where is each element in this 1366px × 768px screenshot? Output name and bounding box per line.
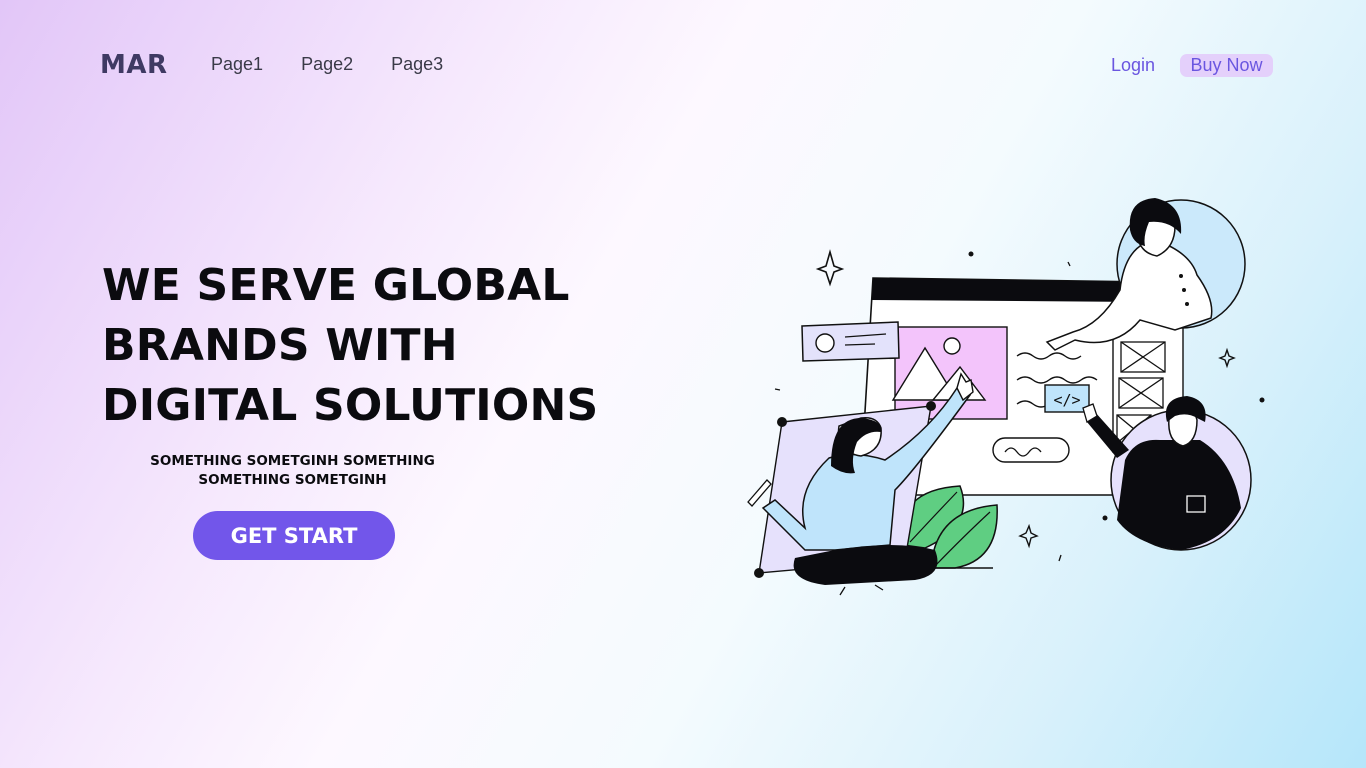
- hero-illustration: </>: [747, 198, 1265, 596]
- nav-page2[interactable]: Page2: [301, 54, 353, 75]
- dash-decoration: [1067, 261, 1071, 267]
- main-nav: Page1 Page2 Page3: [211, 54, 443, 75]
- headline-line-1: WE SERVE GLOBAL: [102, 260, 570, 311]
- subtitle-line-1: SOMETHING SOMETGINH SOMETHING: [150, 453, 435, 469]
- dash-decoration: [774, 388, 781, 391]
- headline-line-2: BRANDS WITH: [102, 320, 458, 371]
- hero-subtitle: SOMETHING SOMETGINH SOMETHING SOMETHING …: [130, 452, 455, 490]
- get-start-button[interactable]: GET START: [193, 511, 395, 560]
- logo[interactable]: MAR: [100, 50, 168, 80]
- hero-headline: WE SERVE GLOBAL BRANDS WITH DIGITAL SOLU…: [102, 256, 622, 436]
- sparkle-icon: [1018, 523, 1039, 549]
- code-tag-text: </>: [1053, 391, 1080, 409]
- sparkle-icon: [815, 249, 845, 287]
- profile-card: [801, 321, 900, 362]
- login-link[interactable]: Login: [1111, 55, 1155, 76]
- dash-decoration: [1058, 554, 1062, 562]
- headline-line-3: DIGITAL SOLUTIONS: [102, 380, 599, 431]
- nav-page3[interactable]: Page3: [391, 54, 443, 75]
- buy-now-button[interactable]: Buy Now: [1180, 54, 1273, 77]
- sparkle-icon: [1218, 347, 1236, 369]
- dot-decoration: [968, 251, 974, 257]
- nav-page1[interactable]: Page1: [211, 54, 263, 75]
- dot-decoration: [1259, 397, 1265, 403]
- subtitle-line-2: SOMETHING SOMETGINH: [198, 472, 387, 488]
- dot-decoration: [1102, 515, 1108, 521]
